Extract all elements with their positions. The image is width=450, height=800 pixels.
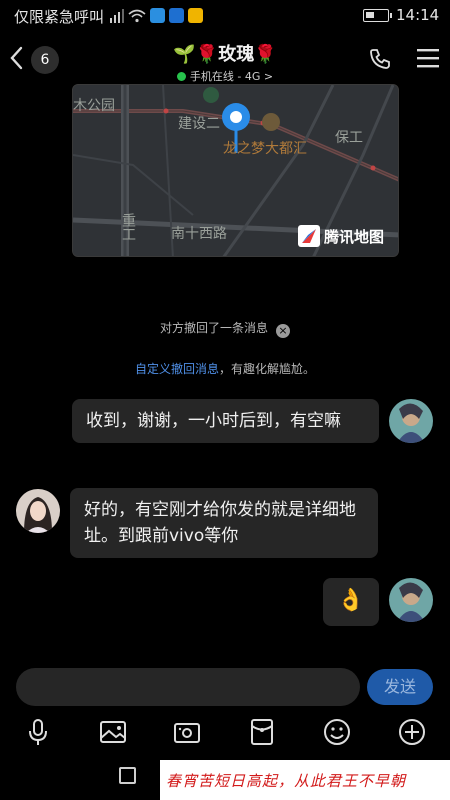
red-packet-icon[interactable] [246,716,278,748]
menu-icon[interactable] [416,47,440,69]
unread-count-badge[interactable]: 6 [31,46,59,74]
chat-header: 6 🌱🌹玫瑰🌹 手机在线 - 4G > [0,32,450,88]
map-label-nanshixi: 南十西路 [171,226,227,242]
message-bubble-outgoing-emoji[interactable]: 👌 [323,578,379,626]
signal-icon [110,8,124,23]
overlay-banner: 春宵苦短日高起，从此君王不早朝 [160,760,450,800]
map-label-baogong: 保工 [335,130,363,146]
carrier-text: 仅限紧急呼叫 [14,8,105,26]
wifi-icon [128,9,146,22]
more-plus-icon[interactable] [396,716,428,748]
status-icons [110,8,203,23]
custom-recall-link[interactable]: 自定义撤回消息 [135,362,219,376]
online-status-text: 手机在线 - 4G [189,70,261,83]
online-status: 手机在线 - 4G > [120,68,330,84]
map-label-road1: 建设二 [178,116,220,132]
message-bubble-incoming[interactable]: 好的，有空刚才给你发的就是详细地址。到跟前vivo等你 [70,488,378,558]
message-bubble-outgoing[interactable]: 收到，谢谢，一小时后到，有空嘛 [72,399,379,443]
battery-icon [363,9,392,22]
phone-call-icon[interactable] [368,47,392,71]
map-label-park: 木公园 [73,98,115,114]
emoji-icon[interactable] [321,716,353,748]
send-button[interactable]: 发送 [367,669,433,705]
contact-name: 🌱🌹玫瑰🌹 [173,44,277,65]
message-input[interactable] [16,668,360,706]
tencent-map-text: 腾讯地图 [324,227,385,246]
location-map-card[interactable]: 木公园 建设二 龙之梦大都汇 保工 重工 南十西路 腾讯地图 [72,84,399,257]
online-dot-icon [176,72,186,81]
contact-avatar[interactable] [16,489,60,533]
my-avatar[interactable] [389,578,433,622]
back-arrow-icon[interactable] [6,44,30,72]
banner-text: 春宵苦短日高起，从此君王不早朝 [166,772,407,790]
clock-time: 14:14 [396,6,440,24]
recall-notice: 对方撤回了一条消息 × [0,319,450,338]
camera-icon[interactable] [171,716,203,748]
custom-recall-tip: 自定义撤回消息，有趣化解尴尬。 [0,360,450,377]
microphone-icon[interactable] [22,716,54,748]
image-icon[interactable] [97,716,129,748]
chat-title-area[interactable]: 🌱🌹玫瑰🌹 手机在线 - 4G > [120,40,330,84]
bulb-notification-icon [169,8,184,23]
app-notification-icon [150,8,165,23]
nav-square-icon[interactable] [119,767,136,784]
status-bar: 仅限紧急呼叫 14:14 [0,0,450,32]
input-toolbar [0,712,450,752]
tencent-map-logo: 腾讯地图 [298,225,384,247]
message-notification-icon [188,8,203,23]
close-notice-icon[interactable]: × [276,324,290,338]
map-label-zhonggong: 重工 [120,213,136,241]
my-avatar[interactable] [389,399,433,443]
tencent-map-icon [298,225,320,247]
status-chevron-icon: > [263,70,274,83]
custom-recall-tail: ，有趣化解尴尬。 [219,362,316,376]
recall-notice-text: 对方撤回了一条消息 [159,321,268,335]
map-label-poi: 龙之梦大都汇 [223,141,307,157]
